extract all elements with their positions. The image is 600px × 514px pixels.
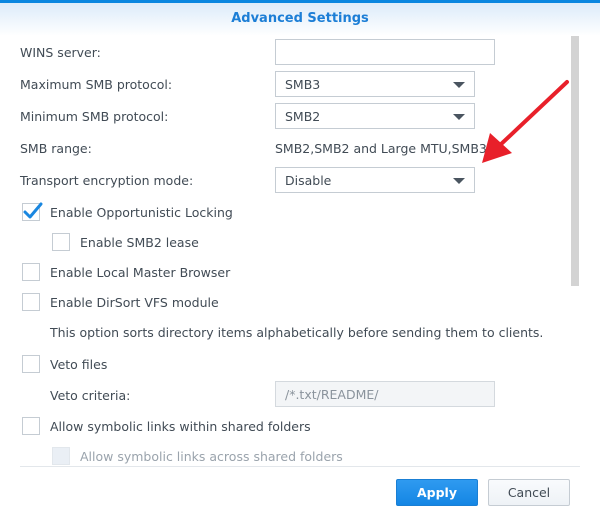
veto-criteria-input[interactable]: /*.txt/README/: [275, 381, 495, 407]
smb2-lease-checkbox[interactable]: [52, 233, 70, 251]
dirsort-description: This option sorts directory items alphab…: [50, 325, 544, 340]
cancel-button[interactable]: Cancel: [488, 479, 570, 506]
dirsort-checkbox[interactable]: [22, 293, 40, 311]
min-smb-protocol-label: Minimum SMB protocol:: [20, 109, 169, 124]
oplocks-label: Enable Opportunistic Locking: [50, 205, 233, 220]
veto-files-label: Veto files: [50, 357, 108, 372]
transport-encryption-label: Transport encryption mode:: [20, 173, 194, 188]
checkmark-icon: [23, 202, 43, 219]
transport-encryption-value: Disable: [285, 173, 332, 188]
symlinks-across-label: Allow symbolic links across shared folde…: [80, 449, 343, 464]
apply-button[interactable]: Apply: [396, 479, 478, 506]
dialog-title: Advanced Settings: [231, 11, 369, 26]
symlinks-across-checkbox: [52, 447, 70, 465]
max-smb-protocol-label: Maximum SMB protocol:: [20, 77, 173, 92]
symlinks-within-label: Allow symbolic links within shared folde…: [50, 419, 311, 434]
chevron-down-icon: [453, 178, 465, 184]
smb2-lease-label: Enable SMB2 lease: [80, 235, 199, 250]
veto-criteria-placeholder: /*.txt/README/: [285, 387, 379, 402]
max-smb-protocol-select[interactable]: SMB3: [275, 71, 475, 97]
veto-files-checkbox[interactable]: [22, 355, 40, 373]
veto-criteria-label: Veto criteria:: [50, 388, 131, 403]
smb-range-value: SMB2,SMB2 and Large MTU,SMB3: [275, 141, 487, 156]
local-master-browser-checkbox[interactable]: [22, 263, 40, 281]
dialog-header: Advanced Settings: [0, 3, 600, 36]
footer-divider: [20, 466, 580, 467]
chevron-down-icon: [453, 114, 465, 120]
oplocks-checkbox[interactable]: [22, 202, 43, 221]
red-arrow-annotation-icon: [482, 80, 569, 163]
dirsort-label: Enable DirSort VFS module: [50, 295, 219, 310]
min-smb-protocol-value: SMB2: [285, 109, 321, 124]
symlinks-within-checkbox[interactable]: [22, 417, 40, 435]
min-smb-protocol-select[interactable]: SMB2: [275, 103, 475, 129]
wins-server-input[interactable]: [275, 39, 495, 65]
wins-server-label: WINS server:: [20, 45, 101, 60]
smb-range-label: SMB range:: [20, 141, 92, 156]
max-smb-protocol-value: SMB3: [285, 77, 321, 92]
transport-encryption-select[interactable]: Disable: [275, 167, 475, 193]
local-master-browser-label: Enable Local Master Browser: [50, 265, 231, 280]
chevron-down-icon: [453, 82, 465, 88]
